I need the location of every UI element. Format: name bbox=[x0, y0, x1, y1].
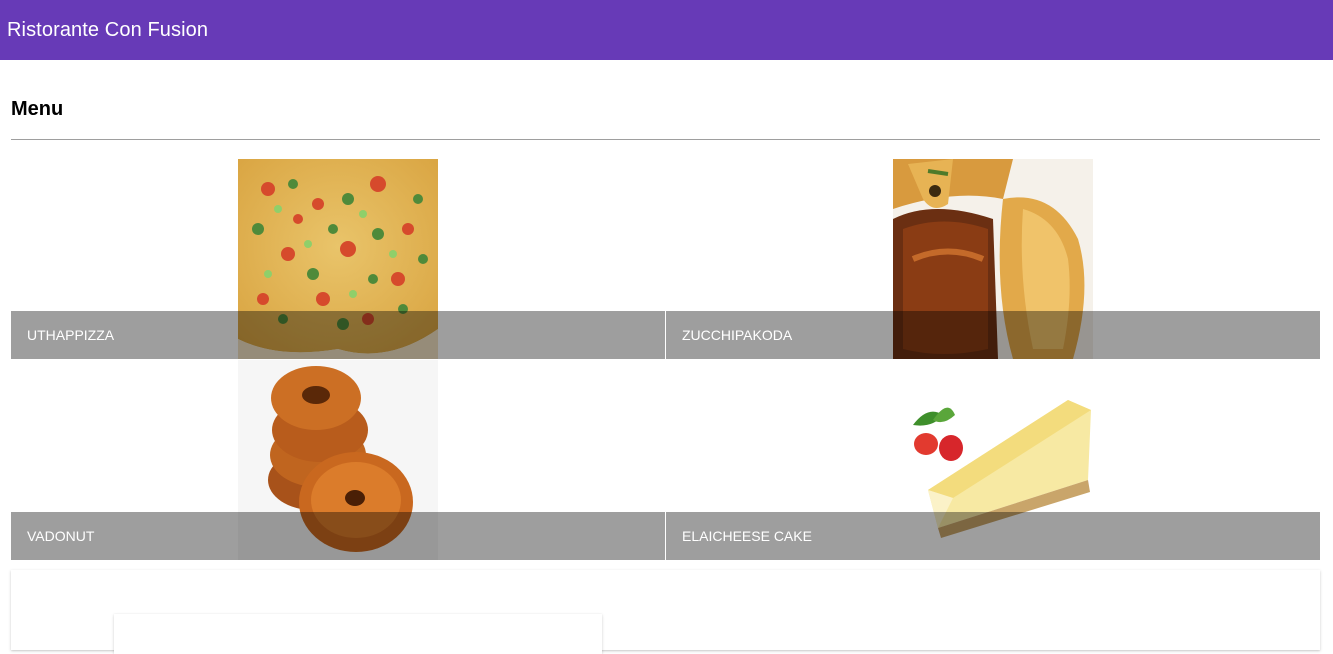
menu-heading: Menu bbox=[11, 98, 64, 120]
divider bbox=[11, 139, 1320, 140]
dish-detail-card bbox=[11, 570, 1320, 654]
dish-tile-zucchipakoda[interactable]: ZucchipakodA bbox=[666, 159, 1320, 359]
dish-tile-vadonut[interactable]: VadonuT bbox=[11, 360, 665, 560]
dish-name: VadonuT bbox=[11, 512, 665, 560]
app-toolbar: Ristorante Con Fusion bbox=[0, 0, 1333, 60]
dish-detail-inner-card bbox=[114, 614, 602, 654]
dish-name: ZucchipakodA bbox=[666, 311, 1320, 359]
dish-tile-elaicheese-cake[interactable]: ElaiCheese Cake bbox=[666, 360, 1320, 560]
app-title: Ristorante Con Fusion bbox=[7, 18, 209, 41]
dish-name: UthappizzA bbox=[11, 311, 665, 359]
dish-tile-uthappizza[interactable]: UthappizzA bbox=[11, 159, 665, 359]
dish-name: ElaiCheese Cake bbox=[666, 512, 1320, 560]
